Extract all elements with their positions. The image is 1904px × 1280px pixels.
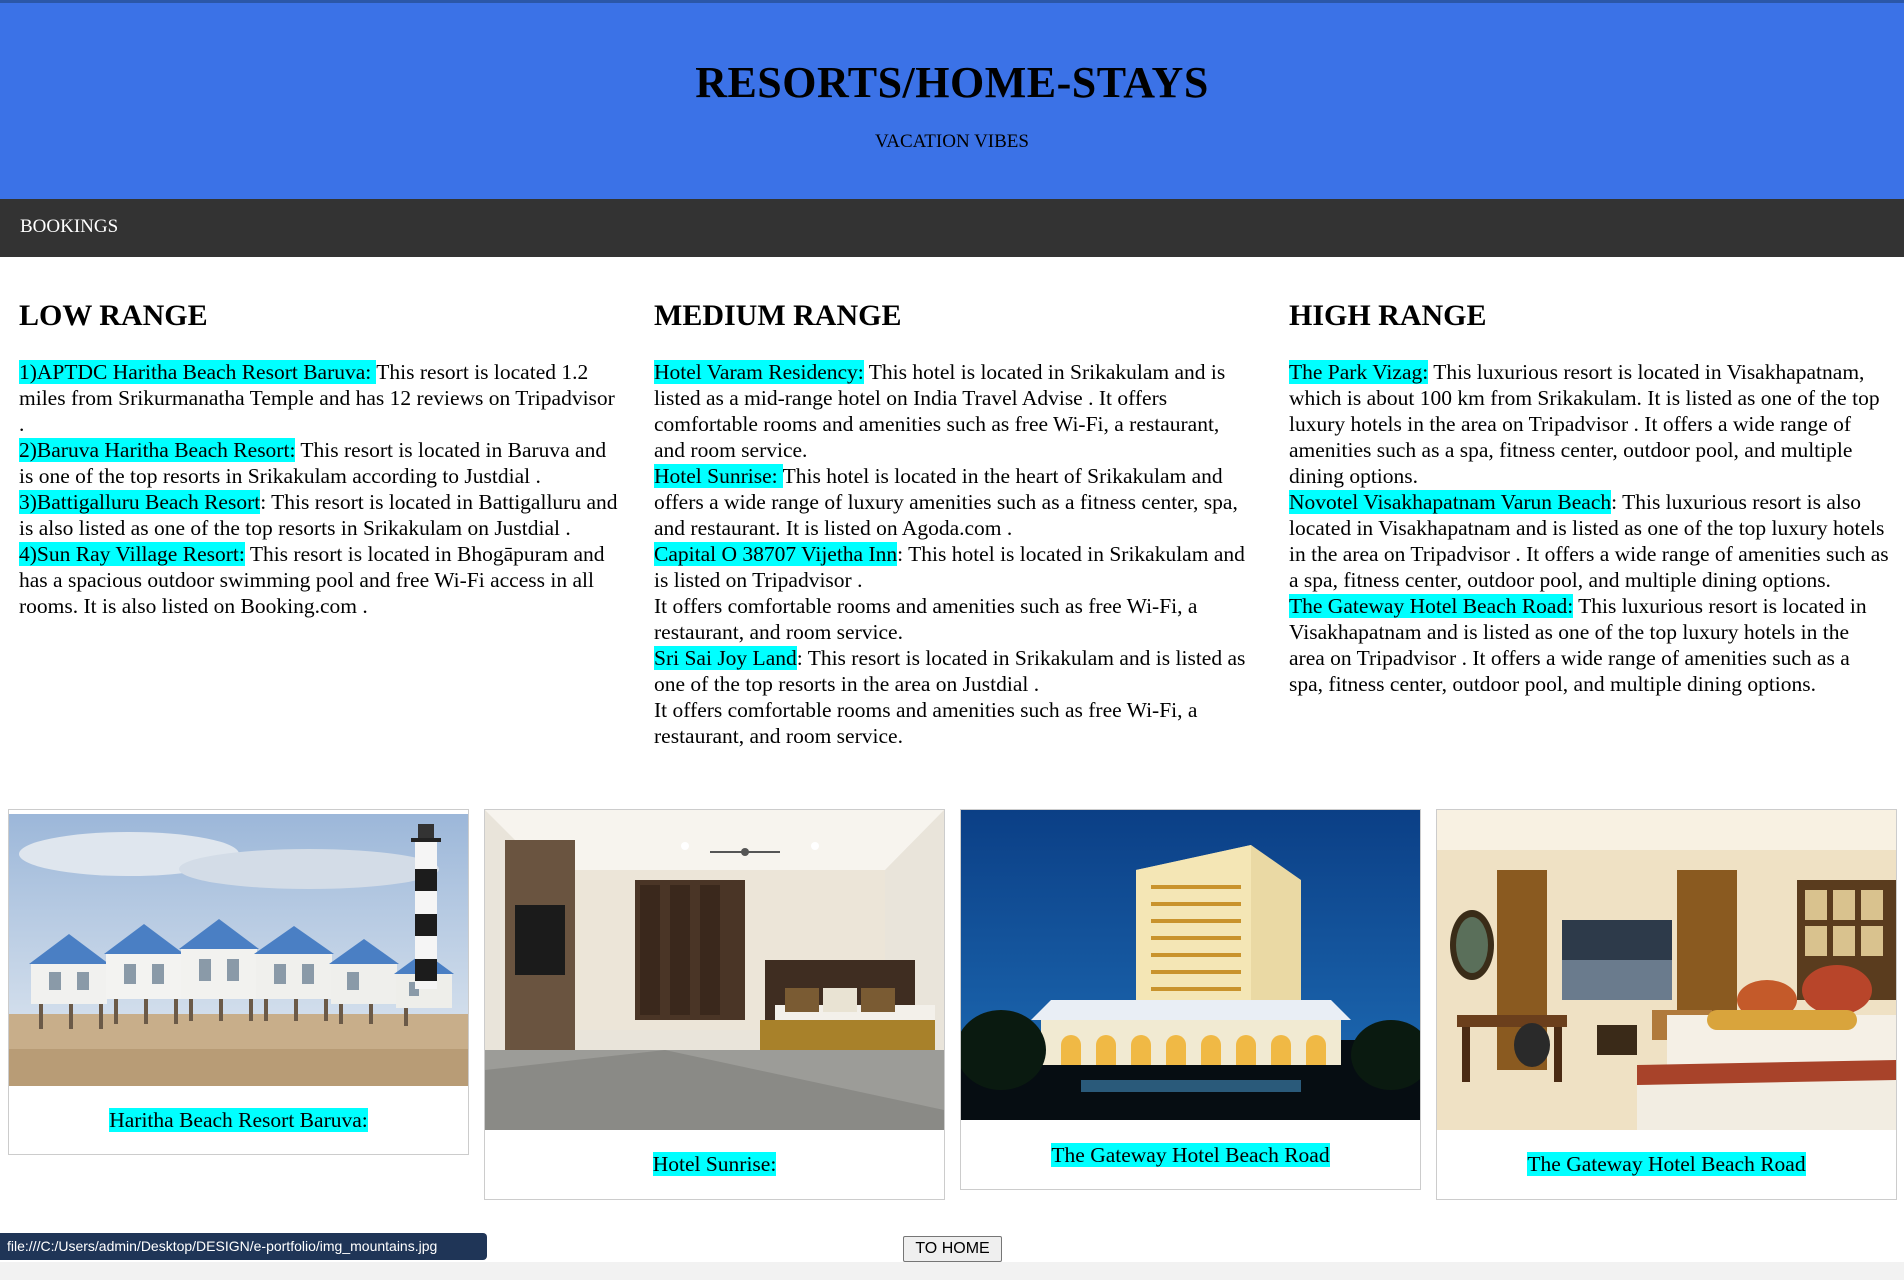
column-entries: The Park Vizag: This luxurious resort is… — [1289, 359, 1889, 697]
gallery-card-hotel-sunrise: Hotel Sunrise: — [484, 809, 945, 1200]
column-high-range: HIGH RANGE The Park Vizag: This luxuriou… — [1289, 296, 1889, 697]
gateway-hotel-night-image — [961, 810, 1420, 1120]
browser-status-bar: file:///C:/Users/admin/Desktop/DESIGN/e-… — [0, 1233, 487, 1260]
gallery-caption: Haritha Beach Resort Baruva: — [109, 1108, 368, 1132]
hotel-description-extra: It offers comfortable rooms and amenitie… — [654, 594, 1198, 644]
navbar: BOOKINGS — [0, 199, 1904, 257]
resort-name: 1)APTDC Haritha Beach Resort Baruva: — [19, 360, 377, 384]
column-low-range: LOW RANGE 1)APTDC Haritha Beach Resort B… — [19, 296, 619, 619]
gallery-caption: The Gateway Hotel Beach Road — [1527, 1152, 1806, 1176]
gallery-card-gateway-exterior: The Gateway Hotel Beach Road — [960, 809, 1421, 1190]
resort-name: 3)Battigalluru Beach Resort — [19, 490, 261, 514]
hotel-sunrise-image — [485, 810, 944, 1130]
resort-name: 4)Sun Ray Village Resort: — [19, 542, 245, 566]
hotel-name: Hotel Varam Residency: — [654, 360, 864, 384]
gallery-caption: Hotel Sunrise: — [652, 1152, 777, 1176]
gallery-card-gateway-room: The Gateway Hotel Beach Road — [1436, 809, 1897, 1200]
gateway-hotel-room-image — [1437, 810, 1896, 1130]
hotel-name: The Gateway Hotel Beach Road: — [1289, 594, 1574, 618]
nav-bookings-link[interactable]: BOOKINGS — [20, 216, 118, 238]
column-heading: MEDIUM RANGE — [654, 299, 902, 332]
column-entries: 1)APTDC Haritha Beach Resort Baruva: Thi… — [19, 359, 619, 619]
bottom-strip — [0, 1262, 1904, 1280]
page-subtitle: VACATION VIBES — [875, 131, 1029, 152]
page-title: RESORTS/HOME-STAYS — [695, 58, 1209, 107]
hotel-name: Hotel Sunrise: — [654, 464, 783, 488]
hotel-name: Capital O 38707 Vijetha Inn — [654, 542, 898, 566]
column-entries: Hotel Varam Residency: This hotel is loc… — [654, 359, 1254, 749]
to-home-button[interactable]: TO HOME — [903, 1236, 1002, 1262]
hotel-description-extra: It offers comfortable rooms and amenitie… — [654, 698, 1198, 748]
resort-name: 2)Baruva Haritha Beach Resort: — [19, 438, 296, 462]
gallery-caption: The Gateway Hotel Beach Road — [1051, 1143, 1330, 1167]
hotel-name: Sri Sai Joy Land — [654, 646, 797, 670]
page-header: RESORTS/HOME-STAYS VACATION VIBES — [0, 3, 1904, 199]
column-heading: HIGH RANGE — [1289, 299, 1487, 332]
hotel-name: Novotel Visakhapatnam Varun Beach — [1289, 490, 1612, 514]
haritha-resort-image — [9, 814, 468, 1086]
gallery-card-haritha: Haritha Beach Resort Baruva: — [8, 809, 469, 1155]
column-medium-range: MEDIUM RANGE Hotel Varam Residency: This… — [654, 296, 1254, 749]
hotel-name: The Park Vizag: — [1289, 360, 1429, 384]
column-heading: LOW RANGE — [19, 299, 208, 332]
